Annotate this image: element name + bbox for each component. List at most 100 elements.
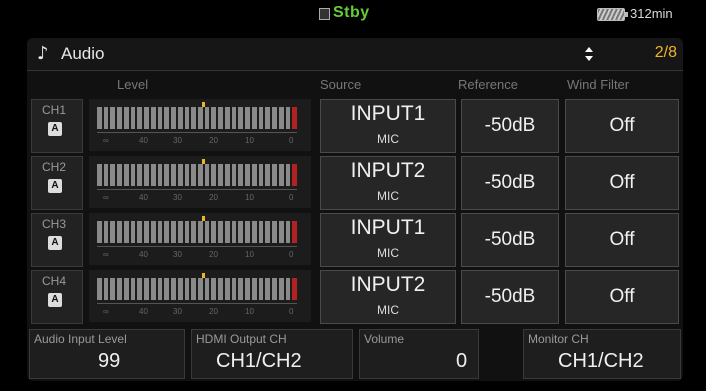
meter-scale-label: 40: [139, 193, 148, 202]
monitor-ch-box[interactable]: Monitor CH CH1/CH2: [523, 329, 681, 379]
meter-segment: [204, 278, 210, 300]
meter-segment: [218, 278, 223, 300]
auto-mode-icon: A: [48, 179, 62, 193]
meter-segment: [137, 278, 143, 300]
page-scroll-icon[interactable]: [585, 47, 593, 61]
meter-segment: [278, 278, 284, 300]
meter-segment: [130, 107, 136, 129]
wind-filter-button[interactable]: Off: [565, 270, 679, 324]
meter-segment: [184, 221, 190, 243]
meter-segment: [171, 107, 176, 129]
hdmi-output-ch-value: CH1/CH2: [216, 350, 302, 372]
meter-scale-label: 30: [173, 250, 182, 259]
meter-segment: [245, 278, 250, 300]
reference-button[interactable]: -50dB: [461, 270, 559, 324]
meter-segment: [130, 164, 136, 186]
meter-scale-label: 0: [289, 250, 294, 259]
meter-segment: [204, 164, 210, 186]
source-button[interactable]: INPUT2 MIC: [320, 270, 456, 324]
source-button[interactable]: INPUT1 MIC: [320, 213, 456, 267]
meter-segment: [265, 164, 271, 186]
meter-scale: ∞ 40 30 20 10 0: [89, 193, 311, 205]
media-card-icon: [318, 5, 330, 21]
meter-segment: [278, 164, 284, 186]
volume-box[interactable]: Volume 0: [359, 329, 479, 379]
volume-label: Volume: [364, 332, 405, 346]
meter-segment: [123, 221, 129, 243]
meter-segment: [110, 221, 116, 243]
meter-scale-label: 20: [209, 136, 218, 145]
meter-scale-label: 20: [209, 250, 218, 259]
meter-scale-label: 40: [139, 250, 148, 259]
meter-segment: [292, 278, 298, 300]
meter-segment: [157, 164, 163, 186]
reference-button[interactable]: -50dB: [461, 99, 559, 153]
source-input: INPUT1: [350, 102, 426, 125]
menu-titlebar: ♪ Audio 2/8: [27, 38, 683, 71]
meter-segment: [130, 278, 136, 300]
record-status: Stby: [318, 4, 370, 22]
meter-segment: [204, 221, 210, 243]
hdmi-output-ch-box[interactable]: HDMI Output CH CH1/CH2: [191, 329, 353, 379]
source-type: MIC: [377, 132, 399, 146]
wind-filter-button[interactable]: Off: [565, 99, 679, 153]
meter-segment: [218, 221, 223, 243]
meter-segment: [198, 164, 203, 186]
meter-segment: [184, 107, 190, 129]
meter-segment: [224, 278, 230, 300]
meter-segment: [238, 107, 244, 129]
meter-segment: [164, 107, 170, 129]
meter-segment: [103, 221, 109, 243]
channel-label: CH1: [42, 103, 67, 117]
meter-bars: [97, 278, 298, 300]
audio-input-level-box[interactable]: Audio Input Level 99: [29, 329, 185, 379]
meter-scale: ∞ 40 30 20 10 0: [89, 250, 311, 262]
meter-segment: [184, 278, 190, 300]
meter-segment: [110, 164, 116, 186]
meter-scale-label: 40: [139, 307, 148, 316]
source-button[interactable]: INPUT1 MIC: [320, 99, 456, 153]
meter-segment: [204, 107, 210, 129]
meter-segment: [191, 164, 197, 186]
meter-scale-label: 0: [289, 136, 294, 145]
meter-segment: [265, 221, 271, 243]
meter-segment: [117, 164, 122, 186]
audio-menu-panel: ♪ Audio 2/8 Level Source Reference Wind …: [27, 38, 683, 381]
meter-segment: [198, 221, 203, 243]
auto-mode-icon: A: [48, 236, 62, 250]
reference-button[interactable]: -50dB: [461, 156, 559, 210]
meter-segment: [177, 221, 183, 243]
meter-scale-label: 0: [289, 193, 294, 202]
meter-segment: [177, 278, 183, 300]
meter-segment: [103, 107, 109, 129]
meter-scale-label: 20: [209, 193, 218, 202]
meter-segment: [224, 164, 230, 186]
meter-segment: [130, 221, 136, 243]
channel-label: CH3: [42, 217, 67, 231]
meter-segment: [157, 107, 163, 129]
level-meter: ∞ 40 30 20 10 0: [89, 270, 311, 322]
battery-icon: [597, 8, 628, 21]
source-button[interactable]: INPUT2 MIC: [320, 156, 456, 210]
meter-segment: [137, 164, 143, 186]
meter-segment: [123, 278, 129, 300]
meter-segment: [123, 107, 129, 129]
meter-segment: [164, 278, 170, 300]
meter-scale-label: ∞: [103, 193, 109, 202]
meter-segment: [272, 107, 277, 129]
meter-segment: [251, 278, 257, 300]
wind-filter-button[interactable]: Off: [565, 213, 679, 267]
reference-button[interactable]: -50dB: [461, 213, 559, 267]
column-header-wind-filter: Wind Filter: [567, 77, 630, 92]
meter-scale: ∞ 40 30 20 10 0: [89, 307, 311, 319]
channel-row-ch4: CH4 A ∞ 40 30 20 10 0 INPUT2 MIC -50dB Off: [31, 270, 679, 326]
meter-segment: [238, 221, 244, 243]
meter-scale-label: 10: [245, 250, 254, 259]
meter-segment: [97, 164, 102, 186]
meter-segment: [258, 107, 264, 129]
meter-segment: [238, 278, 244, 300]
meter-segment: [164, 164, 170, 186]
wind-filter-button[interactable]: Off: [565, 156, 679, 210]
meter-segment: [272, 278, 277, 300]
meter-segment: [157, 221, 163, 243]
